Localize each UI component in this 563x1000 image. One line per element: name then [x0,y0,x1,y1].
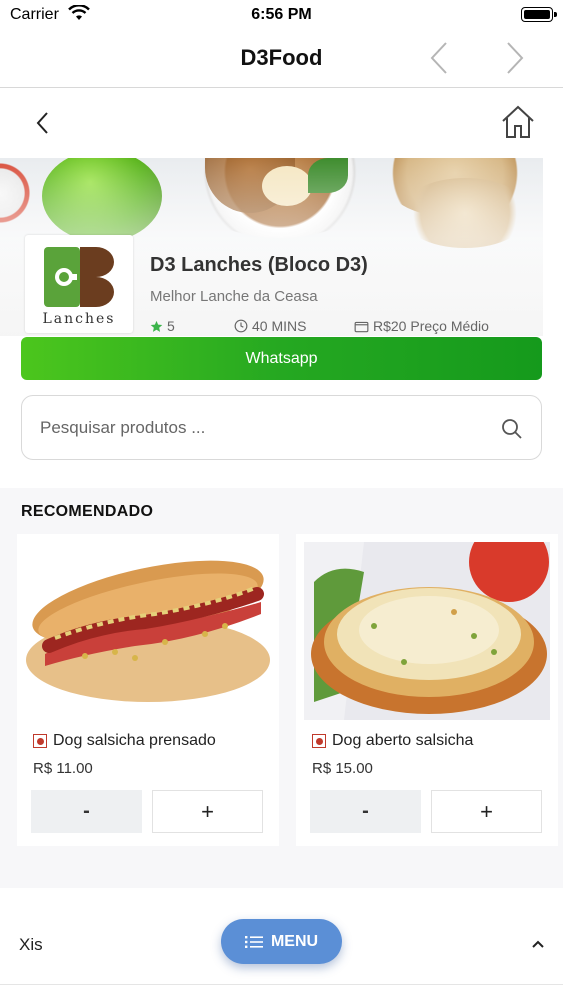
category-label: Xis [19,935,43,954]
avg-price: R$20 Preço Médio [354,318,489,334]
search-input[interactable] [40,412,480,444]
section-title: RECOMENDADO [21,503,154,520]
store-rating: 5 [150,318,175,334]
search-icon[interactable] [501,418,523,440]
wallet-icon [354,321,369,332]
product-name-label: Dog salsicha prensado [53,732,216,749]
product-card[interactable]: Dog aberto salsicha R$ 15.00 - + [296,534,558,846]
battery-icon [521,7,557,22]
product-name: Dog aberto salsicha [312,732,473,750]
decrease-quantity-button[interactable]: - [31,790,142,833]
product-price: R$ 11.00 [33,760,93,777]
product-name-label: Dog aberto salsicha [332,732,474,749]
store-subtitle: Melhor Lanche da Ceasa [150,288,318,305]
menu-button-label: MENU [270,932,319,950]
store-name: D3 Lanches (Bloco D3) [150,254,368,276]
home-icon[interactable] [500,104,536,140]
app-title: D3Food [240,45,323,70]
product-card[interactable]: Dog salsicha prensado R$ 11.00 - + [17,534,279,846]
food-marker-icon [312,734,326,748]
logo-text: Lanches [42,311,116,327]
rating-value: 5 [167,318,175,334]
chevron-left-icon[interactable] [30,110,56,136]
app-bar: D3Food [0,30,563,88]
increase-quantity-button[interactable]: + [431,790,542,833]
menu-button[interactable]: MENU [221,919,342,964]
avg-price-value: R$20 Preço Médio [373,318,489,334]
clock-icon [234,319,248,333]
clock-time: 6:56 PM [251,6,312,23]
increase-quantity-button[interactable]: + [152,790,263,833]
decrease-quantity-button[interactable]: - [310,790,421,833]
forward-arrow-icon[interactable] [500,40,530,76]
list-icon [244,935,263,948]
product-image [304,542,550,720]
delivery-time: 40 MINS [234,318,306,334]
product-name: Dog salsicha prensado [33,732,216,750]
store-logo: Lanches [25,235,133,333]
delivery-time-value: 40 MINS [252,318,307,334]
page-header [0,88,563,158]
product-image [25,542,271,720]
chevron-up-icon[interactable] [531,937,545,951]
product-price: R$ 15.00 [312,760,373,777]
back-arrow-icon[interactable] [424,40,454,76]
recommended-section: RECOMENDADO Dog salsicha prensado R$ 11.… [0,488,563,888]
whatsapp-button[interactable]: Whatsapp [21,337,542,380]
search-box [21,395,542,460]
star-icon [150,320,163,332]
food-marker-icon [33,734,47,748]
status-bar: Carrier 6:56 PM [0,0,563,30]
screen: Carrier 6:56 PM D3Food Lanches D3 Lanche… [0,0,563,1000]
